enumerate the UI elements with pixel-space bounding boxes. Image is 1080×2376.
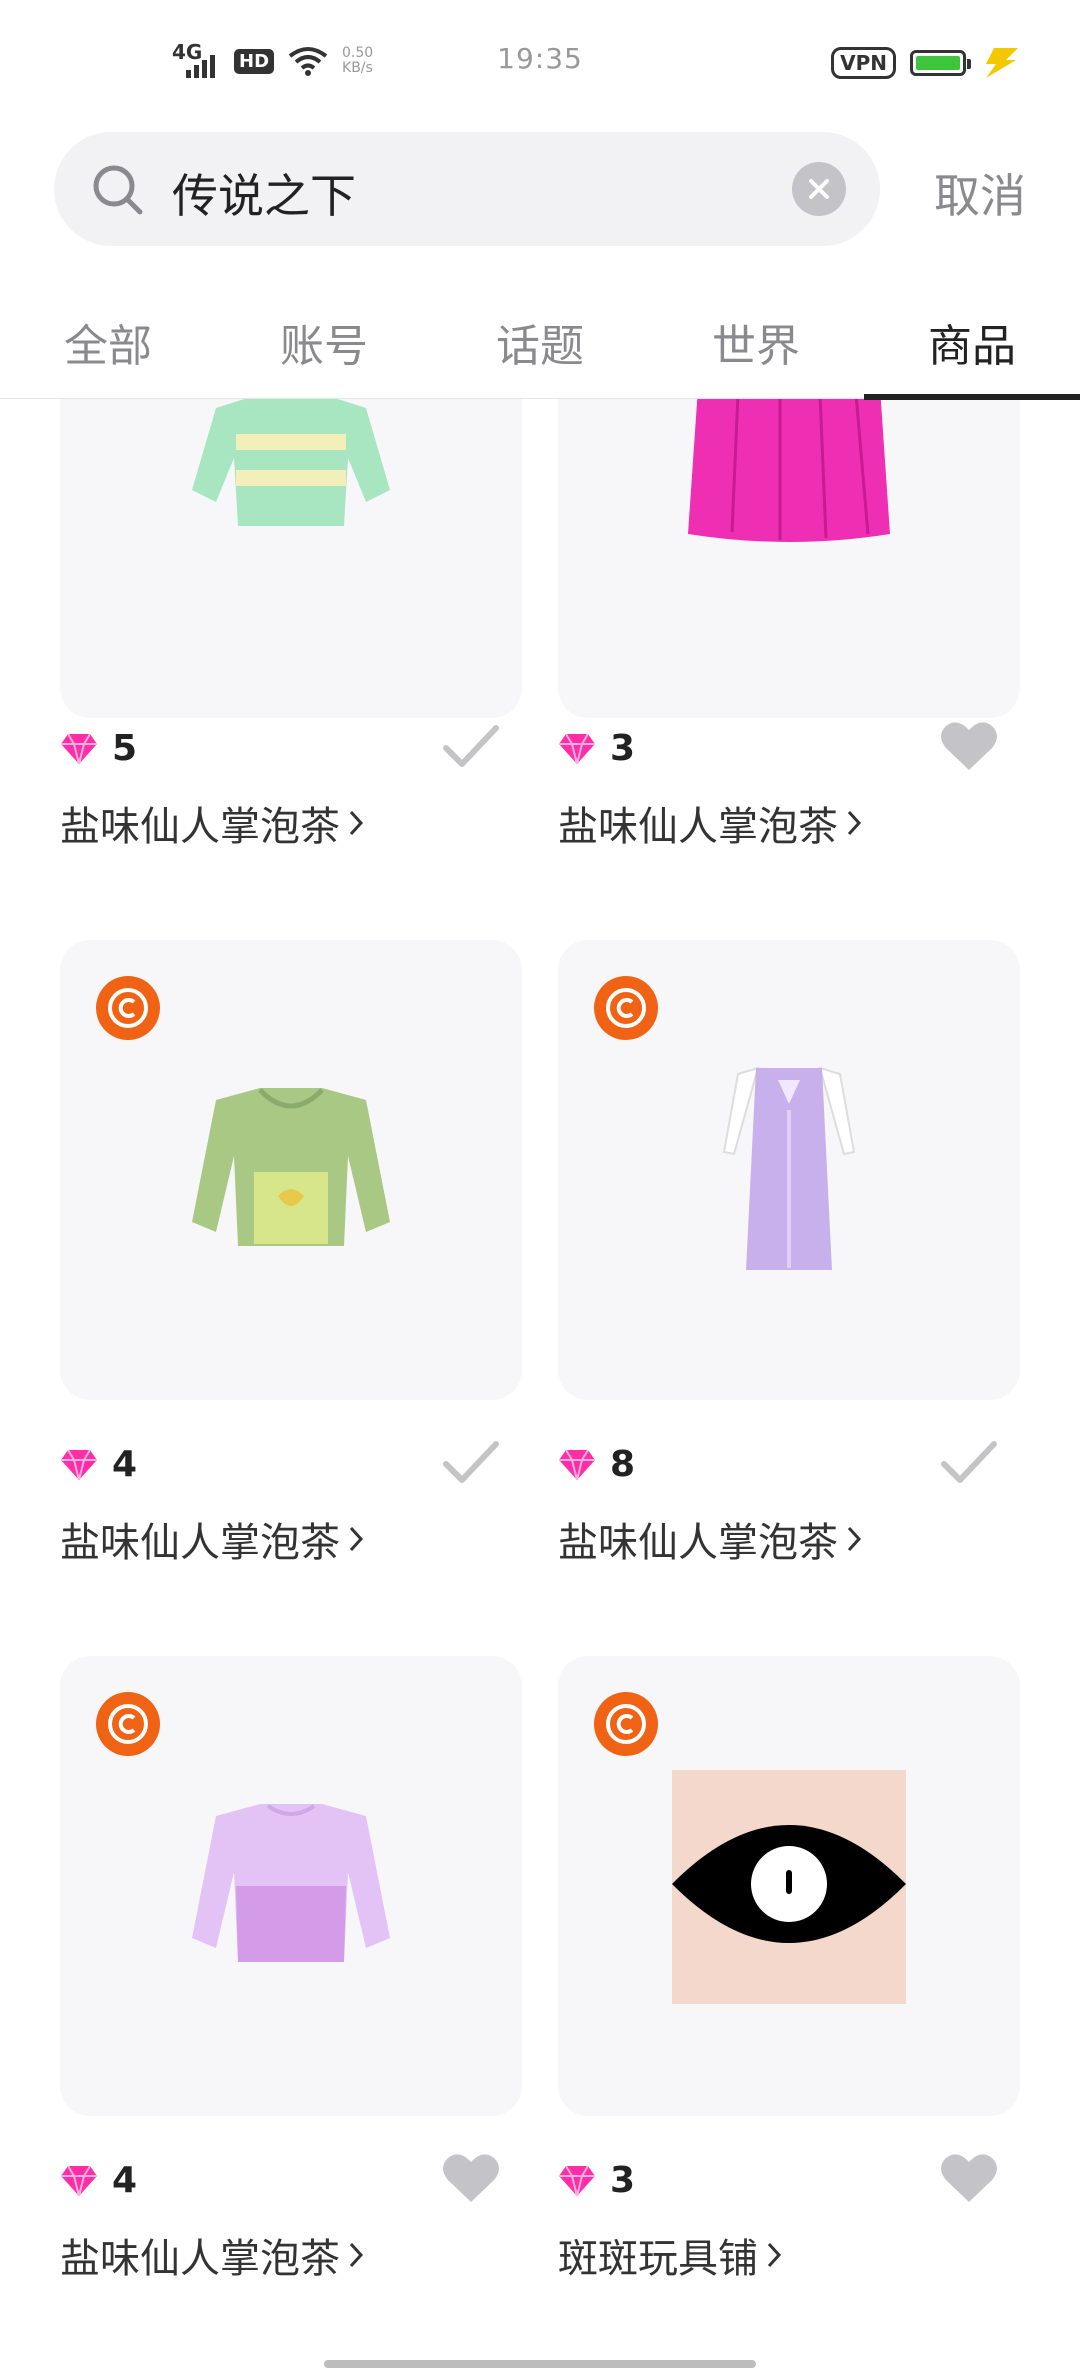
gem-icon bbox=[61, 732, 97, 764]
price-value: 5 bbox=[112, 728, 138, 769]
charging-bolt-icon bbox=[986, 48, 1018, 78]
product-price-4: 8 bbox=[558, 1444, 635, 1485]
tab-topics[interactable]: 话题 bbox=[432, 310, 648, 374]
tab-worlds[interactable]: 世界 bbox=[648, 310, 864, 374]
tab-accounts[interactable]: 账号 bbox=[216, 310, 432, 374]
gem-icon bbox=[559, 732, 595, 764]
copyright-icon bbox=[108, 1704, 148, 1744]
product-image bbox=[688, 398, 890, 542]
shop-name: 盐味仙人掌泡茶 bbox=[558, 1520, 838, 1566]
search-input[interactable]: 传说之下 bbox=[54, 132, 880, 246]
tab-products[interactable]: 商品 bbox=[864, 310, 1080, 374]
shop-link-2[interactable]: 盐味仙人掌泡茶 bbox=[558, 794, 864, 852]
cancel-button[interactable]: 取消 bbox=[934, 160, 1026, 226]
price-value: 8 bbox=[610, 1444, 636, 1485]
category-tabs: 全部 账号 话题 世界 商品 bbox=[0, 292, 1080, 400]
product-card-3[interactable] bbox=[60, 940, 522, 1400]
shop-link-5[interactable]: 盐味仙人掌泡茶 bbox=[60, 2226, 366, 2284]
copyright-badge bbox=[594, 976, 658, 1040]
battery-icon bbox=[910, 50, 971, 76]
shop-link-3[interactable]: 盐味仙人掌泡茶 bbox=[60, 1510, 366, 1568]
product-card-1[interactable] bbox=[60, 398, 522, 718]
price-value: 3 bbox=[610, 2160, 636, 2201]
close-icon bbox=[809, 179, 829, 199]
vpn-badge: VPN bbox=[831, 47, 896, 79]
product-price-2: 3 bbox=[558, 728, 635, 769]
chevron-right-icon bbox=[349, 810, 364, 836]
shop-name: 盐味仙人掌泡茶 bbox=[60, 1520, 340, 1566]
chevron-right-icon bbox=[847, 810, 862, 836]
search-query[interactable]: 传说之下 bbox=[172, 160, 356, 226]
copyright-icon bbox=[606, 1704, 646, 1744]
heart-icon[interactable] bbox=[440, 2150, 502, 2206]
product-price-6: 3 bbox=[558, 2160, 635, 2201]
gem-icon bbox=[61, 2164, 97, 2196]
shop-link-6[interactable]: 斑斑玩具铺 bbox=[558, 2226, 784, 2284]
check-icon[interactable] bbox=[440, 718, 502, 774]
product-card-5[interactable] bbox=[60, 1656, 522, 2116]
price-value: 4 bbox=[112, 1444, 138, 1485]
search-row: 传说之下 取消 bbox=[54, 132, 1026, 246]
clear-search-button[interactable] bbox=[792, 162, 846, 216]
copyright-icon bbox=[606, 988, 646, 1028]
chevron-right-icon bbox=[349, 2242, 364, 2268]
product-card-4[interactable] bbox=[558, 940, 1020, 1400]
product-image bbox=[192, 398, 390, 526]
copyright-icon bbox=[108, 988, 148, 1028]
status-right: VPN bbox=[831, 46, 1020, 80]
check-icon[interactable] bbox=[938, 1434, 1000, 1490]
check-icon[interactable] bbox=[440, 1434, 502, 1490]
price-value: 3 bbox=[610, 728, 636, 769]
tab-all[interactable]: 全部 bbox=[0, 310, 216, 374]
shop-link-1[interactable]: 盐味仙人掌泡茶 bbox=[60, 794, 366, 852]
heart-icon[interactable] bbox=[938, 718, 1000, 774]
chevron-right-icon bbox=[349, 1526, 364, 1552]
home-indicator[interactable] bbox=[324, 2360, 756, 2368]
shop-name: 盐味仙人掌泡茶 bbox=[60, 2236, 340, 2282]
status-bar: 4G HD 0.50 KB/s 19:35 VPN bbox=[0, 0, 1080, 120]
shop-name: 盐味仙人掌泡茶 bbox=[60, 804, 340, 850]
product-price-3: 4 bbox=[60, 1444, 137, 1485]
gem-icon bbox=[61, 1448, 97, 1480]
product-price-1: 5 bbox=[60, 728, 137, 769]
search-icon bbox=[93, 165, 143, 215]
price-value: 4 bbox=[112, 2160, 138, 2201]
shop-link-4[interactable]: 盐味仙人掌泡茶 bbox=[558, 1510, 864, 1568]
active-tab-indicator bbox=[864, 394, 1080, 400]
product-card-2[interactable] bbox=[558, 398, 1020, 718]
copyright-badge bbox=[96, 1692, 160, 1756]
heart-icon[interactable] bbox=[938, 2150, 1000, 2206]
product-price-5: 4 bbox=[60, 2160, 137, 2201]
chevron-right-icon bbox=[767, 2242, 782, 2268]
gem-icon bbox=[559, 2164, 595, 2196]
chevron-right-icon bbox=[847, 1526, 862, 1552]
gem-icon bbox=[559, 1448, 595, 1480]
product-grid: 5 盐味仙人掌泡茶 3 盐味仙人掌泡茶 4 盐味仙人掌泡茶 8 盐味仙人掌泡茶 … bbox=[0, 398, 1080, 2298]
copyright-badge bbox=[594, 1692, 658, 1756]
product-card-6[interactable] bbox=[558, 1656, 1020, 2116]
shop-name: 盐味仙人掌泡茶 bbox=[558, 804, 838, 850]
copyright-badge bbox=[96, 976, 160, 1040]
shop-name: 斑斑玩具铺 bbox=[558, 2236, 758, 2282]
